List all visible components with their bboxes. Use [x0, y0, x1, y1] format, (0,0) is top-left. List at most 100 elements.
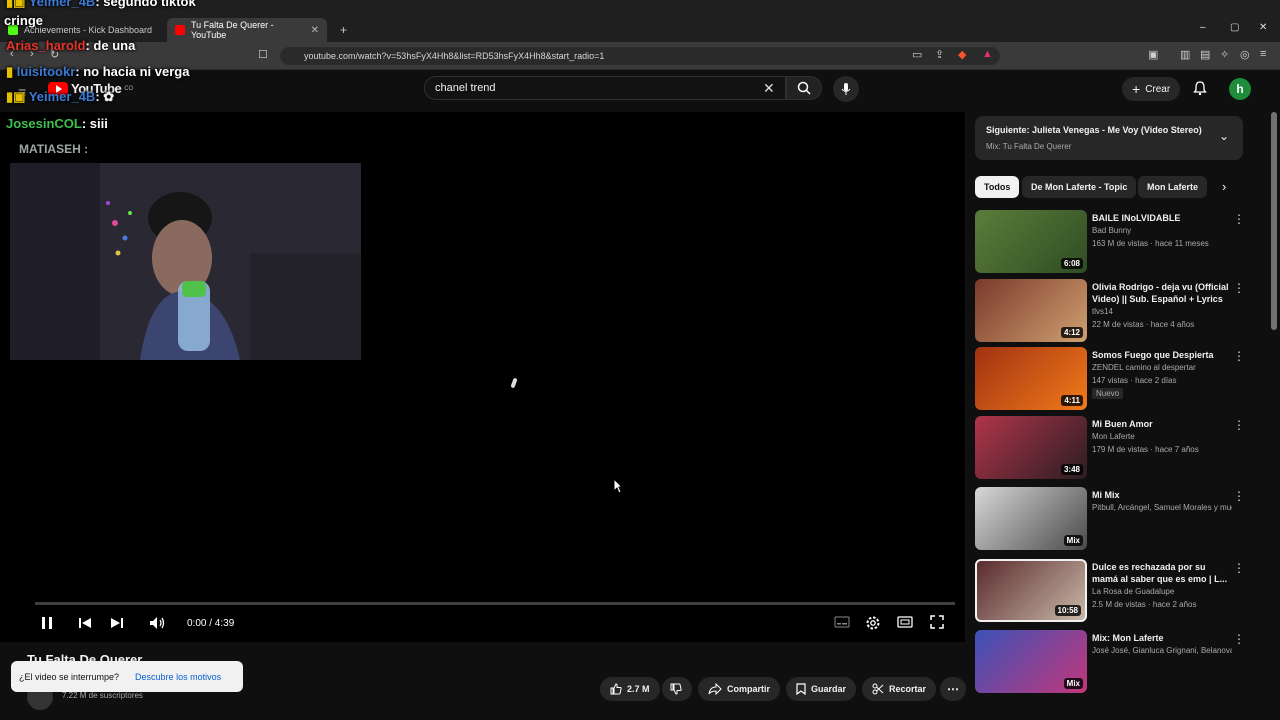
more-vertical-icon[interactable]: ⋮: [1233, 561, 1245, 575]
more-vertical-icon[interactable]: ⋮: [1233, 349, 1245, 363]
vpn-icon[interactable]: ◎: [1240, 48, 1250, 61]
toast-link[interactable]: Descubre los motivos: [135, 672, 221, 682]
wallet-icon[interactable]: ▤: [1200, 48, 1210, 61]
recommended-video-item[interactable]: 4:12 Olivia Rodrigo - deja vu (Official V…: [975, 279, 1245, 343]
more-actions-button[interactable]: ⋯: [940, 677, 966, 701]
previous-button[interactable]: [78, 615, 92, 634]
recommended-video-item[interactable]: Mix Mi Mix Pitbull, Arcángel, Samuel Moral…: [975, 487, 1245, 551]
time-display: 0:00 / 4:39: [187, 618, 235, 629]
fullscreen-button[interactable]: [930, 615, 944, 632]
gear-icon: [866, 616, 880, 630]
youtube-favicon-icon: [175, 25, 185, 35]
sidebar-toggle-icon[interactable]: ▣: [1148, 48, 1158, 61]
recommended-video-item[interactable]: 10:58 Dulce es rechazada por su mamá al s…: [975, 559, 1245, 623]
more-vertical-icon[interactable]: ⋮: [1233, 281, 1245, 295]
close-tab-icon[interactable]: ✕: [311, 25, 319, 36]
progress-bar[interactable]: [35, 602, 955, 605]
scrollbar[interactable]: [1271, 112, 1277, 330]
video-item-channel[interactable]: Pitbull, Arcángel, Samuel Morales y muc.…: [1092, 503, 1232, 512]
share-page-icon[interactable]: ⇪: [935, 48, 944, 61]
video-item-title[interactable]: Mi Buen Amor: [1092, 418, 1232, 430]
video-thumbnail[interactable]: 6:08: [975, 210, 1087, 273]
fullscreen-icon: [930, 615, 944, 629]
minimize-icon[interactable]: –: [1200, 22, 1206, 33]
restore-icon[interactable]: ▢: [1230, 22, 1239, 33]
video-thumbnail[interactable]: Mix: [975, 487, 1087, 550]
video-item-title[interactable]: Dulce es rechazada por su mamá al saber …: [1092, 561, 1232, 585]
tab-label: Tu Falta De Querer - YouTube: [190, 20, 274, 40]
tab-youtube[interactable]: Tu Falta De Querer - YouTube ✕: [167, 18, 327, 42]
url-field[interactable]: youtube.com/watch?v=53hsFyX4Hh8&list=RD5…: [280, 47, 1000, 65]
search-input[interactable]: chanel trend: [424, 76, 786, 100]
chat-message: JosesinCOL: siii: [6, 116, 108, 131]
video-thumbnail[interactable]: 3:48: [975, 416, 1087, 479]
close-window-icon[interactable]: ✕: [1259, 22, 1267, 33]
more-vertical-icon[interactable]: ⋮: [1233, 212, 1245, 226]
more-vertical-icon[interactable]: ⋮: [1233, 418, 1245, 432]
video-item-title[interactable]: Somos Fuego que Despierta: [1092, 349, 1232, 361]
chip-all[interactable]: Todos: [975, 176, 1020, 198]
brave-shield-icon[interactable]: ◆: [958, 48, 966, 61]
duration-badge: 4:11: [1061, 395, 1083, 406]
more-vertical-icon[interactable]: ⋮: [1233, 489, 1245, 503]
video-item-meta: 179 M de vistas · hace 7 años: [1092, 445, 1199, 454]
clip-button[interactable]: Recortar: [862, 677, 937, 701]
video-thumbnail[interactable]: Mix: [975, 630, 1087, 693]
chat-message: ▮▣ Yeimer_4B: ✿: [6, 89, 115, 104]
video-item-title[interactable]: Olivia Rodrigo - deja vu (Official Video…: [1092, 281, 1232, 305]
recommended-video-item[interactable]: 4:11 Somos Fuego que Despierta ZENDEL cami…: [975, 347, 1245, 411]
leo-ai-icon[interactable]: ✧: [1220, 48, 1229, 61]
video-item-title[interactable]: Mix: Mon Laferte: [1092, 632, 1232, 644]
rewards-icon[interactable]: ▲: [982, 48, 993, 60]
panel-icon[interactable]: ▥: [1180, 48, 1190, 61]
video-thumbnail[interactable]: 4:11: [975, 347, 1087, 410]
chip-mon-laferte[interactable]: Mon Laferte: [1138, 176, 1208, 198]
video-item-meta: 147 vistas · hace 2 días: [1092, 376, 1177, 385]
account-avatar[interactable]: h: [1229, 78, 1251, 100]
save-button[interactable]: Guardar: [786, 677, 857, 701]
like-count: 2.7 M: [627, 684, 650, 694]
search-button[interactable]: [786, 76, 822, 100]
voice-search-button[interactable]: [833, 76, 859, 102]
clear-search-icon[interactable]: ✕: [763, 80, 775, 97]
cast-icon[interactable]: ▭: [912, 48, 922, 61]
like-button[interactable]: 2.7 M: [600, 677, 660, 701]
recommended-video-item[interactable]: 6:08 BAILE INoLVIDABLE Bad Bunny 163 M de v…: [975, 210, 1245, 274]
video-item-channel[interactable]: tlvs14: [1092, 307, 1232, 316]
settings-button[interactable]: [865, 615, 881, 634]
chat-message: ▮▣ Yeimer_4B: segundo tiktok: [6, 0, 196, 10]
new-tab-button[interactable]: +: [332, 18, 352, 42]
notifications-button[interactable]: [1192, 80, 1208, 101]
chevron-right-icon[interactable]: ›: [1222, 179, 1226, 194]
video-item-title[interactable]: Mi Mix: [1092, 489, 1232, 501]
menu-icon[interactable]: ≡: [1260, 48, 1266, 60]
video-item-channel[interactable]: José José, Gianluca Grignani, Belanova y…: [1092, 646, 1232, 655]
video-item-channel[interactable]: Mon Laferte: [1092, 432, 1232, 441]
volume-button[interactable]: [149, 615, 167, 634]
chip-mon-laferte-topic[interactable]: De Mon Laferte - Topic: [1022, 176, 1137, 198]
chat-badge-icon: ▮: [6, 64, 17, 79]
next-button[interactable]: [110, 615, 124, 634]
video-thumbnail[interactable]: 10:58: [975, 559, 1087, 622]
theater-mode-button[interactable]: [897, 615, 913, 632]
up-next-card[interactable]: Siguiente: Julieta Venegas - Me Voy (Vid…: [975, 116, 1243, 160]
chevron-down-icon[interactable]: ⌄: [1219, 129, 1229, 143]
dislike-button[interactable]: [662, 677, 692, 701]
share-label: Compartir: [727, 684, 771, 694]
bookmark-icon[interactable]: ☐: [258, 48, 268, 61]
tab-label: Achievements - Kick Dashboard: [24, 25, 153, 35]
create-button[interactable]: + Crear: [1122, 77, 1181, 101]
bookmark-save-icon: [796, 683, 806, 695]
video-item-channel[interactable]: ZENDEL camino al despertar: [1092, 363, 1232, 372]
pause-button[interactable]: [40, 615, 54, 634]
recommended-video-item[interactable]: Mix Mix: Mon Laferte José José, Gianluca G…: [975, 630, 1245, 694]
video-item-title[interactable]: BAILE INoLVIDABLE: [1092, 212, 1232, 224]
more-vertical-icon[interactable]: ⋮: [1233, 632, 1245, 646]
thumbs-up-icon: [610, 683, 622, 695]
recommended-video-item[interactable]: 3:48 Mi Buen Amor Mon Laferte 179 M de vist…: [975, 416, 1245, 480]
video-thumbnail[interactable]: 4:12: [975, 279, 1087, 342]
subtitles-button[interactable]: [834, 615, 850, 632]
video-item-channel[interactable]: La Rosa de Guadalupe: [1092, 587, 1232, 596]
video-item-channel[interactable]: Bad Bunny: [1092, 226, 1232, 235]
share-button[interactable]: Compartir: [698, 677, 781, 701]
